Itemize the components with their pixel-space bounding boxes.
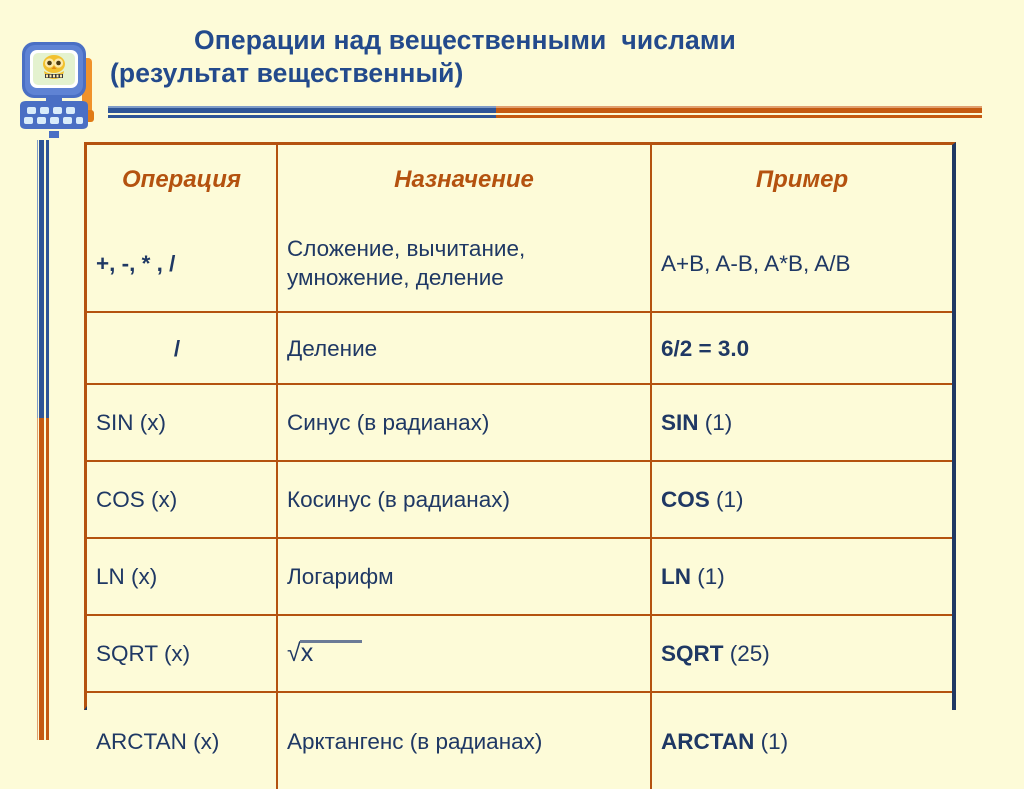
column-header-operation: Операция [87,145,278,215]
cell-example: COS (1) [650,460,952,539]
left-divider-blue-thin [46,140,49,418]
left-vertical-divider [36,140,50,740]
example-argument: (1) [754,728,789,754]
left-divider-blue-hairline [36,140,38,418]
cell-purpose: Арктангенс (в радианах) [276,691,652,789]
cell-operation: LN (x) [87,537,278,616]
table-row: +, -, * , / Сложение, вычитание, умножен… [87,215,952,313]
title-divider [108,106,982,120]
left-divider-blue-thick [39,140,44,418]
table-row: SQRT (x) √x SQRT (25) [87,614,952,693]
left-divider-orange-thick [39,418,44,740]
cell-example: LN (1) [650,537,952,616]
title-line-2: (результат вещественный) [110,58,464,88]
table-row: ARCTAN (x) Арктангенс (в радианах) ARCTA… [87,691,952,789]
cell-purpose: Сложение, вычитание, умножение, деление [276,215,652,313]
operations-table-container: Операция Назначение Пример +, -, * , / С… [84,142,956,789]
cell-purpose: Косинус (в радианах) [276,460,652,539]
example-argument: (1) [691,564,725,589]
cell-purpose: Логарифм [276,537,652,616]
cell-example: SQRT (25) [650,614,952,693]
cell-purpose: Синус (в радианах) [276,383,652,462]
example-function: SIN [661,410,699,435]
divider-blue-thick [108,108,496,113]
cell-example: ARCTAN (1) [650,691,952,789]
left-divider-orange-hairline [36,418,38,740]
example-function: 6/2 = 3.0 [661,335,750,361]
title-line-1: Операции над вещественными числами [194,25,736,55]
slide-canvas: Операции над вещественными числами (резу… [0,0,1024,789]
example-function: ARCTAN [661,728,755,754]
cell-example: 6/2 = 3.0 [650,311,952,385]
column-header-purpose: Назначение [276,145,652,215]
example-function: A+B, A-B, A*B, A/B [661,250,851,276]
table-row: / Деление 6/2 = 3.0 [87,311,952,385]
cell-operation: SIN (x) [87,383,278,462]
cell-operation: COS (x) [87,460,278,539]
sqrt-radical-text: √x [287,639,314,667]
table-header-row: Операция Назначение Пример [87,145,952,215]
divider-orange-thin [496,115,982,118]
cell-operation: SQRT (x) [87,614,278,693]
sqrt-expression: √x [287,639,362,667]
example-function: COS [661,487,710,512]
column-header-example: Пример [650,145,952,215]
example-argument: (1) [709,487,744,512]
example-argument: (25) [723,641,770,666]
table-row: SIN (x) Синус (в радианах) SIN (1) [87,383,952,462]
example-function: LN [661,564,691,589]
cell-purpose: √x [276,614,652,693]
divider-blue-thin [108,115,496,118]
operations-table: Операция Назначение Пример +, -, * , / С… [87,145,952,789]
example-function: SQRT [661,641,724,666]
example-argument: (1) [698,410,733,435]
divider-orange-thick [496,108,982,113]
table-row: LN (x) Логарифм LN (1) [87,537,952,616]
computer-owl-icon [16,36,108,140]
cell-operation: ARCTAN (x) [87,691,278,789]
table-row: COS (x) Косинус (в радианах) COS (1) [87,460,952,539]
left-divider-orange-thin [46,418,49,740]
cell-operation: +, -, * , / [87,215,278,313]
cell-operation: / [87,311,278,385]
cell-example: SIN (1) [650,383,952,462]
page-title: Операции над вещественными числами (резу… [110,24,990,90]
cell-example: A+B, A-B, A*B, A/B [650,215,952,313]
cell-purpose: Деление [276,311,652,385]
sqrt-overbar [300,640,362,643]
